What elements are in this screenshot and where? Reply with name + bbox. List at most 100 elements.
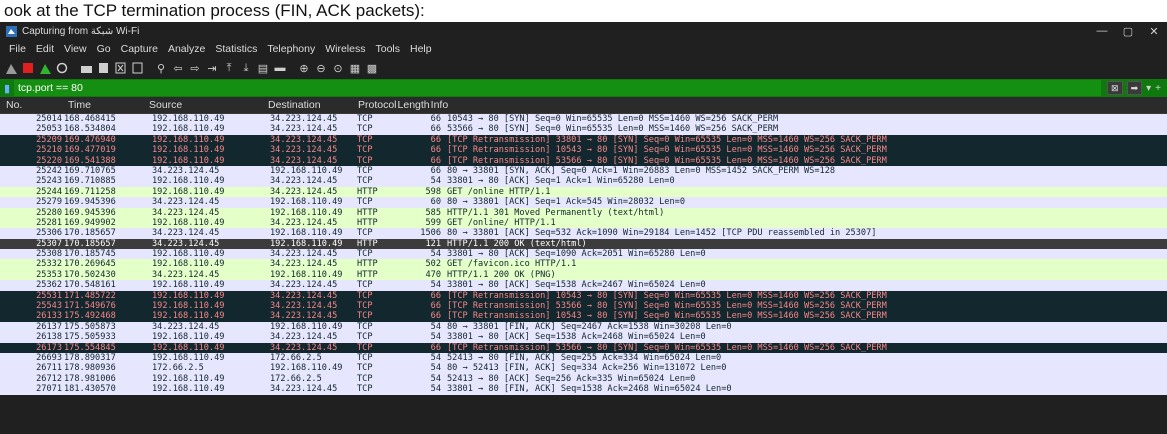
zoom-out-icon[interactable]: ⊖ [314,61,328,75]
colorize-icon[interactable]: ▬ [273,61,287,75]
packet-length: 598 [425,186,441,197]
restart-icon[interactable] [38,61,52,75]
menu-statistics[interactable]: Statistics [210,43,262,55]
close-file-icon[interactable] [113,61,127,75]
packet-info: 33801 → 80 [ACK] Seq=1090 Ack=2051 Win=6… [447,249,706,260]
column-source[interactable]: Source [143,99,262,111]
packet-protocol: TCP [357,249,373,260]
packet-row[interactable]: 25243 169.710885 192.168.110.49 34.223.124.… [0,176,1167,187]
packet-no: 25307 [36,238,62,249]
minimize-button[interactable]: — [1089,25,1115,37]
packet-info: GET /online/ HTTP/1.1 [447,217,556,228]
zoom-in-icon[interactable]: ⊕ [297,61,311,75]
packet-row[interactable]: 25353 170.502430 34.223.124.45 192.168.110.… [0,269,1167,281]
packet-row[interactable]: 26693 178.890317 192.168.110.49 172.66.2.5 T… [0,352,1167,364]
packet-protocol: TCP [357,301,373,312]
first-icon[interactable]: ⤒ [222,61,236,75]
packet-row[interactable]: 25531 171.485722 192.168.110.49 34.223.124.… [0,290,1167,302]
back-icon[interactable]: ⇦ [171,61,185,75]
menu-wireless[interactable]: Wireless [320,43,370,55]
save-icon[interactable] [96,61,110,75]
add-filter-button-icon[interactable]: + [1155,83,1161,94]
menu-capture[interactable]: Capture [116,43,163,55]
packet-row[interactable]: 25280 169.945396 34.223.124.45 192.168.110.… [0,207,1167,218]
close-button[interactable]: ✕ [1141,25,1167,38]
wireshark-window: Capturing from شبكة Wi-Fi — ▢ ✕ File Edi… [0,22,1167,434]
menu-help[interactable]: Help [405,43,437,55]
packet-row[interactable]: 26138 175.505933 192.168.110.49 34.223.124.… [0,332,1167,343]
packet-row[interactable]: 25014 168.468415 192.168.110.49 34.223.124.… [0,114,1167,125]
last-icon[interactable]: ⤓ [239,61,253,75]
packet-list: 25014 168.468415 192.168.110.49 34.223.124.… [0,114,1167,395]
packet-row[interactable]: 26173 175.554845 192.168.110.49 34.223.124.… [0,342,1167,353]
packet-row[interactable]: 26712 178.981006 192.168.110.49 172.66.2.5 T… [0,373,1167,385]
packet-row[interactable]: 25220 169.541388 192.168.110.49 34.223.124.… [0,155,1167,166]
apply-filter-icon[interactable]: ➡ [1126,81,1143,95]
packet-protocol: HTTP [357,259,378,270]
maximize-button[interactable]: ▢ [1115,25,1141,38]
packet-row[interactable]: 25308 170.185745 192.168.110.49 34.223.124.… [0,249,1167,260]
packet-protocol: TCP [357,321,373,332]
packet-row[interactable]: 25209 169.476940 192.168.110.49 34.223.124.… [0,134,1167,146]
open-icon[interactable] [79,61,93,75]
goto-icon[interactable]: ⇥ [205,61,219,75]
packet-row[interactable]: 26137 175.505873 34.223.124.45 192.168.110.… [0,321,1167,333]
menu-go[interactable]: Go [92,43,116,55]
menu-edit[interactable]: Edit [31,43,59,55]
forward-icon[interactable]: ⇨ [188,61,202,75]
packet-destination: 34.223.124.45 [270,249,338,260]
packet-row[interactable]: 25279 169.945396 34.223.124.45 192.168.110.… [0,197,1167,208]
stop-icon[interactable] [21,61,35,75]
column-destination[interactable]: Destination [262,99,352,111]
reload-icon[interactable] [130,61,144,75]
menu-telephony[interactable]: Telephony [262,43,320,55]
display-filter-input[interactable] [14,80,1102,96]
packet-row[interactable]: 27071 181.430570 192.168.110.49 34.223.124.… [0,384,1167,395]
packet-row[interactable]: 25244 169.711258 192.168.110.49 34.223.124.… [0,186,1167,198]
packet-length: 54 [430,249,441,260]
packet-no: 26712 [36,373,62,384]
normal-size-icon[interactable]: ⊙ [331,61,345,75]
packet-info: HTTP/1.1 200 OK (PNG) [447,269,556,280]
packet-protocol: TCP [357,228,373,239]
packet-row[interactable]: 25332 170.269645 192.168.110.49 34.223.124.… [0,259,1167,270]
packet-destination: 34.223.124.45 [270,290,338,301]
packet-row[interactable]: 25242 169.710765 34.223.124.45 192.168.110.… [0,165,1167,177]
column-time[interactable]: Time [62,99,143,111]
packet-info: 80 → 33801 [SYN, ACK] Seq=0 Ack=1 Win=26… [447,165,836,176]
autoscroll-icon[interactable]: ▤ [256,61,270,75]
packet-protocol: HTTP [357,217,378,228]
find-icon[interactable]: ⚲ [154,61,168,75]
packet-row[interactable]: 25281 169.949902 192.168.110.49 34.223.124.… [0,217,1167,229]
packet-row[interactable]: 25306 170.185657 34.223.124.45 192.168.110.… [0,228,1167,239]
shark-fin-icon[interactable] [4,61,18,75]
packet-no: 26173 [36,342,62,353]
packet-row[interactable]: 25543 171.549676 192.168.110.49 34.223.124.… [0,301,1167,312]
layout-icon[interactable]: ▩ [365,61,379,75]
options-icon[interactable] [55,61,69,75]
packet-row[interactable]: 25210 169.477019 192.168.110.49 34.223.124.… [0,145,1167,156]
packet-source: 34.223.124.45 [152,238,220,249]
bookmark-icon[interactable]: ▮ [0,79,14,97]
packet-row[interactable]: 26711 178.980936 172.66.2.5 192.168.110.49 T… [0,363,1167,374]
packet-time: 170.502430 [64,269,116,280]
packet-row[interactable]: 25307 170.185657 34.223.124.45 192.168.110.… [0,238,1167,250]
packet-info: [TCP Retransmission] 10543 → 80 [SYN] Se… [447,145,887,156]
packet-time: 168.468415 [64,114,116,124]
resize-columns-icon[interactable]: ▦ [348,61,362,75]
menu-view[interactable]: View [59,43,92,55]
packet-row[interactable]: 26133 175.492468 192.168.110.49 34.223.124.… [0,311,1167,322]
packet-time: 178.981006 [64,373,116,384]
clear-filter-icon[interactable]: ⊠ [1107,81,1123,95]
menu-file[interactable]: File [4,43,31,55]
packet-row[interactable]: 25362 170.548161 192.168.110.49 34.223.124.… [0,280,1167,291]
column-info[interactable]: Info [430,99,449,111]
filter-dropdown-icon[interactable]: ▾ [1146,83,1151,94]
menu-analyze[interactable]: Analyze [163,43,210,55]
column-length[interactable]: Length [397,99,430,111]
column-protocol[interactable]: Protocol [352,99,397,111]
column-no[interactable]: No. [0,99,62,111]
menu-tools[interactable]: Tools [370,43,405,55]
packet-row[interactable]: 25053 168.534804 192.168.110.49 34.223.124.… [0,124,1167,135]
packet-no: 25531 [36,290,62,301]
